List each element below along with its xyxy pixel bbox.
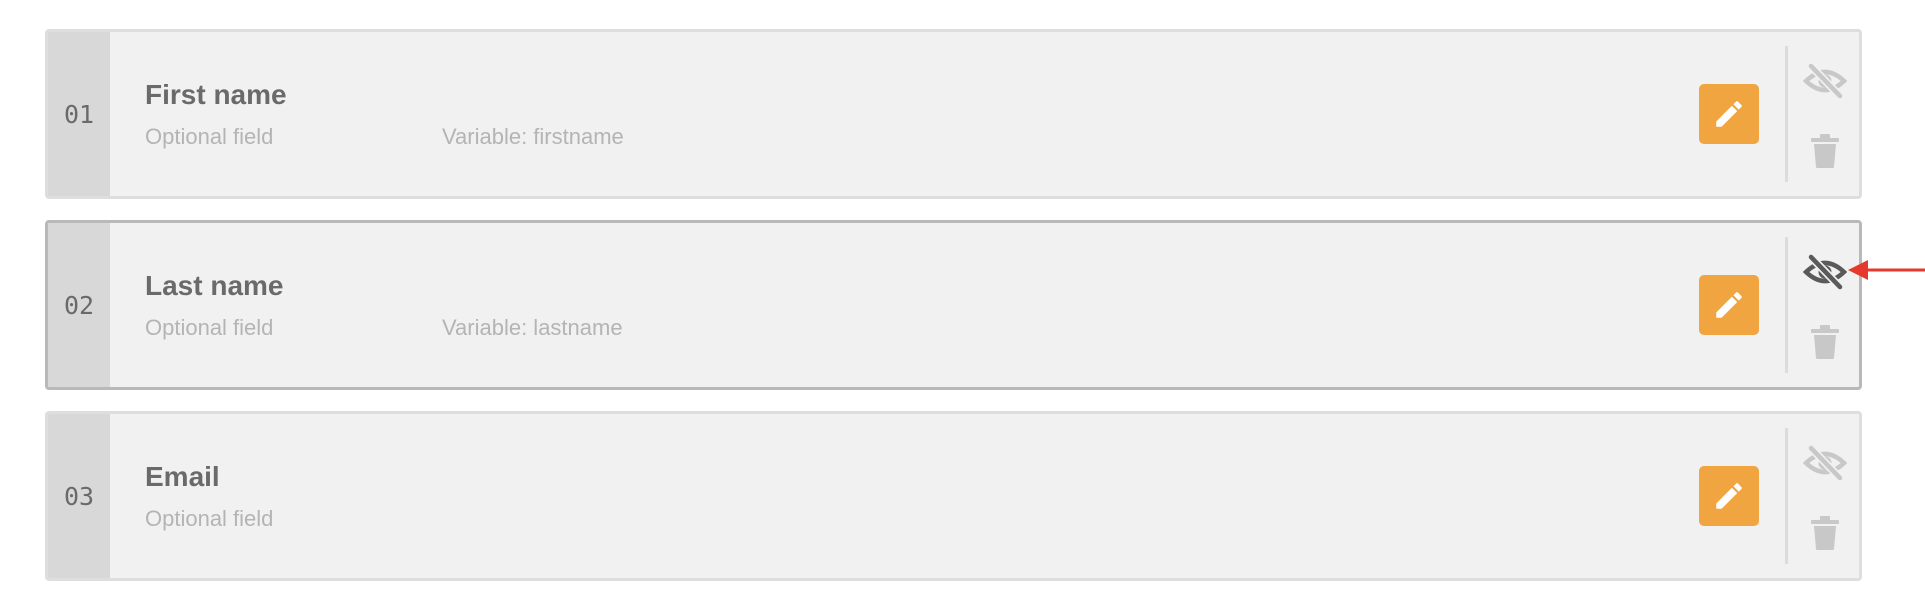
pencil-icon [1716, 292, 1742, 318]
divider [1785, 428, 1788, 564]
trash-icon [1811, 134, 1839, 168]
divider [1785, 237, 1788, 373]
field-index[interactable]: 03 [48, 414, 110, 578]
field-variable-label: Variable: firstname [442, 124, 624, 149]
delete-field-button[interactable] [1804, 129, 1846, 173]
visibility-toggle[interactable] [1800, 61, 1850, 101]
delete-field-button[interactable] [1804, 511, 1846, 555]
field-list: 01 First name Optional field Variable: f… [45, 29, 1862, 602]
field-optional-label: Optional field [145, 124, 274, 149]
edit-field-button[interactable] [1699, 84, 1759, 144]
divider [1785, 46, 1788, 182]
field-optional-label: Optional field [145, 506, 274, 531]
delete-field-button[interactable] [1804, 320, 1846, 364]
pencil-icon [1716, 101, 1742, 127]
edit-field-button[interactable] [1699, 466, 1759, 526]
pencil-icon [1716, 483, 1742, 509]
field-optional-label: Optional field [145, 315, 274, 340]
visibility-toggle[interactable] [1800, 252, 1850, 292]
eye-slash-icon [1803, 445, 1847, 481]
field-row: 02 Last name Optional field Variable: la… [45, 220, 1862, 390]
field-row: 03 Email Optional field [45, 411, 1862, 581]
field-index[interactable]: 01 [48, 32, 110, 196]
arrow-left-icon [1848, 260, 1925, 280]
trash-icon [1811, 325, 1839, 359]
field-name: Last name [145, 270, 284, 301]
field-name: Email [145, 461, 220, 492]
visibility-toggle[interactable] [1800, 443, 1850, 483]
trash-icon [1811, 516, 1839, 550]
field-name: First name [145, 79, 287, 110]
eye-slash-icon [1803, 254, 1847, 290]
field-variable-label: Variable: lastname [442, 315, 623, 340]
eye-slash-icon [1803, 63, 1847, 99]
field-index[interactable]: 02 [48, 223, 110, 387]
edit-field-button[interactable] [1699, 275, 1759, 335]
field-row: 01 First name Optional field Variable: f… [45, 29, 1862, 199]
